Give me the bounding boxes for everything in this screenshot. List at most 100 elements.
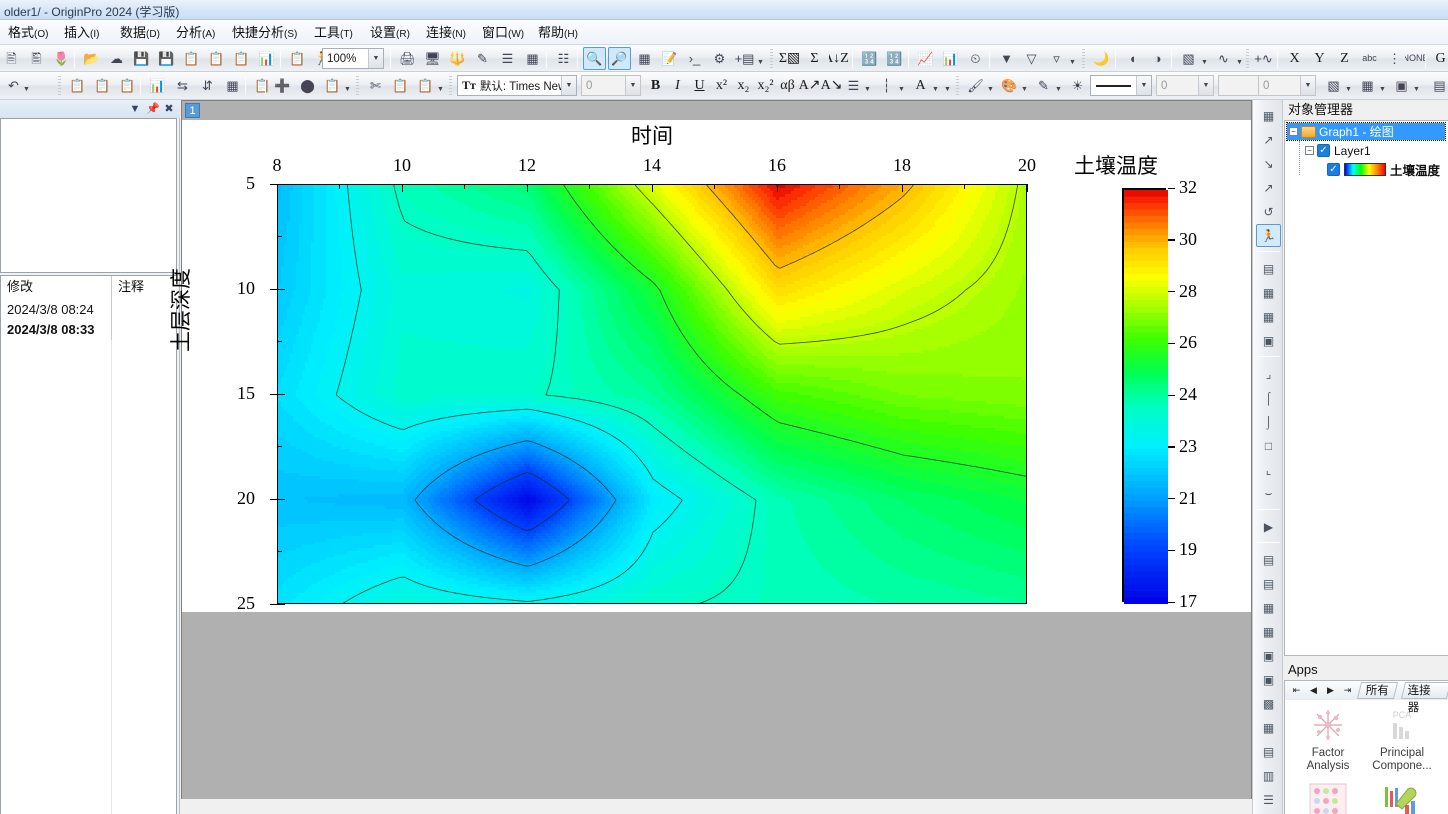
- menu-item-10[interactable]: 帮助(H): [534, 23, 582, 42]
- chevron-down-icon[interactable]: ▼: [1020, 76, 1029, 95]
- table-row[interactable]: 2024/3/8 08:33: [1, 320, 111, 340]
- align-bottom-tool[interactable]: ▦: [1256, 620, 1281, 643]
- super-subscript-button[interactable]: x₂²: [754, 74, 777, 97]
- notes-button[interactable]: 📝: [658, 47, 681, 70]
- chevron-down-icon[interactable]: ▼: [986, 76, 995, 95]
- toolbar-grip[interactable]: [58, 76, 61, 95]
- import-multiple-ascii-button[interactable]: 📋: [230, 47, 253, 70]
- theme-dark-button[interactable]: ◑: [1146, 47, 1169, 70]
- align-top-tool[interactable]: ▦: [1256, 596, 1281, 619]
- fill-color-button[interactable]: 🖌: [964, 74, 987, 97]
- table-row[interactable]: 2024/3/8 08:24: [1, 300, 111, 320]
- script-window-button[interactable]: ›_: [683, 47, 706, 70]
- last-page-icon[interactable]: ⇥: [1341, 684, 1354, 697]
- code-builder-button[interactable]: ⚙: [708, 47, 731, 70]
- chevron-down-icon[interactable]: ▼: [1198, 76, 1213, 95]
- dark-theme-button[interactable]: 🌙: [1090, 47, 1113, 70]
- gradient-fill-button[interactable]: ▧: [1177, 47, 1200, 70]
- collapse-icon[interactable]: −: [1289, 127, 1298, 136]
- import-ascii-2-button[interactable]: 📋: [91, 74, 114, 97]
- chevron-down-icon[interactable]: ▼: [561, 76, 576, 95]
- brightness-button[interactable]: ☀: [1066, 74, 1089, 97]
- chevron-down-icon[interactable]: ▼: [1136, 76, 1151, 95]
- new-project-button[interactable]: 🖹: [0, 47, 23, 70]
- colorbar[interactable]: [1122, 188, 1166, 602]
- line-color-button[interactable]: ✎: [1032, 74, 1055, 97]
- data-reader-button[interactable]: 🔍: [583, 47, 606, 70]
- font-size-combo[interactable]: 0 ▼: [581, 75, 641, 96]
- none-button[interactable]: NONE: [1404, 47, 1427, 70]
- app-item-tools[interactable]: [1365, 781, 1439, 814]
- menu-item-2[interactable]: 插入(I): [60, 23, 103, 42]
- layer-merge-tool[interactable]: ▣: [1256, 329, 1281, 352]
- chevron-down-icon[interactable]: ▼: [1378, 76, 1387, 95]
- unstack-columns-button[interactable]: ▦: [221, 74, 244, 97]
- toolbar-grip[interactable]: [1082, 49, 1085, 68]
- column-plot-button[interactable]: 📈: [914, 47, 937, 70]
- chevron-down-icon[interactable]: ▼: [1300, 76, 1315, 95]
- close-icon[interactable]: ✖: [162, 101, 176, 116]
- chevron-down-icon[interactable]: ▼: [1344, 76, 1353, 95]
- collapse-icon[interactable]: −: [1305, 146, 1314, 155]
- pattern-color-button[interactable]: ▦: [1356, 74, 1379, 97]
- import-excel-button[interactable]: 📊: [255, 47, 278, 70]
- frame-corner-tool[interactable]: ⌞: [1256, 458, 1281, 481]
- checkbox-checked-icon[interactable]: ✓: [1317, 144, 1330, 157]
- frame-right-tool[interactable]: ⌡: [1256, 410, 1281, 433]
- chevron-down-icon[interactable]: ▼: [1054, 76, 1063, 95]
- box-chart-button[interactable]: ⏲: [964, 47, 987, 70]
- import-wizard-button[interactable]: 📋: [180, 47, 203, 70]
- front-tool[interactable]: ☰: [1256, 788, 1281, 811]
- underline-button[interactable]: U: [688, 74, 711, 97]
- clear-filter-button[interactable]: ▿: [1045, 47, 1068, 70]
- toolbar-overflow-icon[interactable]: ▼: [22, 76, 31, 95]
- cut-button[interactable]: ✄: [364, 74, 387, 97]
- contour-plot[interactable]: [277, 184, 1027, 604]
- column-header-modified[interactable]: 修改: [1, 276, 111, 298]
- superscript-button[interactable]: x²: [710, 74, 733, 97]
- send-graph-button[interactable]: ✎: [471, 47, 494, 70]
- import-single-ascii-button[interactable]: 📋: [205, 47, 228, 70]
- open-cloud-button[interactable]: ☁: [105, 47, 128, 70]
- bold-button[interactable]: B: [644, 74, 667, 97]
- first-page-icon[interactable]: ⇤: [1290, 684, 1303, 697]
- menu-item-4[interactable]: 分析(A): [172, 23, 219, 42]
- toolbar-grip[interactable]: [449, 76, 452, 95]
- import-wizard-2-button[interactable]: 📋: [66, 74, 89, 97]
- app-item-principal-components[interactable]: PCA Principal Compone...: [1365, 705, 1439, 773]
- export-graph-button[interactable]: 🔱: [446, 47, 469, 70]
- open-button[interactable]: 📂: [80, 47, 103, 70]
- more-format-button[interactable]: ▤: [1428, 74, 1448, 97]
- transpose-button[interactable]: ⇆: [171, 74, 194, 97]
- fill-column-button[interactable]: 🔢: [883, 47, 906, 70]
- chevron-down-icon[interactable]: ▼: [863, 76, 872, 95]
- error-bar-button[interactable]: ⋮: [1383, 47, 1406, 70]
- remove-filter-button[interactable]: ▽: [1020, 47, 1043, 70]
- toolbar-overflow-icon[interactable]: ▼: [343, 76, 352, 95]
- app-item-heatmap[interactable]: [1291, 781, 1365, 814]
- chevron-down-icon[interactable]: ▼: [931, 76, 940, 95]
- chevron-down-icon[interactable]: ▼: [128, 101, 142, 116]
- apps-tab-all[interactable]: 所有: [1357, 682, 1398, 699]
- align-button[interactable]: ☰: [842, 74, 865, 97]
- copy-columns-button[interactable]: 📋: [321, 74, 344, 97]
- filter-button[interactable]: ▼: [995, 47, 1018, 70]
- layer-single-tool[interactable]: ▤: [1256, 257, 1281, 280]
- layer-grid-tool[interactable]: ▦: [1256, 281, 1281, 304]
- save-as-button[interactable]: 💾: [155, 47, 178, 70]
- toolbar-overflow-icon[interactable]: ▼: [756, 49, 765, 68]
- stack-columns-button[interactable]: ⇵: [196, 74, 219, 97]
- g-button[interactable]: G: [1429, 47, 1448, 70]
- prev-page-icon[interactable]: ◀: [1307, 684, 1320, 697]
- menu-item-3[interactable]: 数据(D): [116, 23, 164, 42]
- distribute-vertical-tool[interactable]: ▣: [1256, 644, 1281, 667]
- line-width-combo[interactable]: 0 ▼: [1156, 75, 1214, 96]
- increase-font-button[interactable]: A↗: [798, 74, 821, 97]
- pattern-fill-button[interactable]: ▧: [1322, 74, 1345, 97]
- y-function-button[interactable]: Y: [1308, 47, 1331, 70]
- merge-graph-button[interactable]: ▦: [521, 47, 544, 70]
- rescale-tool[interactable]: 🏃: [1256, 224, 1281, 247]
- chevron-down-icon[interactable]: ▼: [625, 76, 640, 95]
- z-function-button[interactable]: Z: [1333, 47, 1356, 70]
- menu-item-5[interactable]: 快捷分析(S): [228, 23, 301, 42]
